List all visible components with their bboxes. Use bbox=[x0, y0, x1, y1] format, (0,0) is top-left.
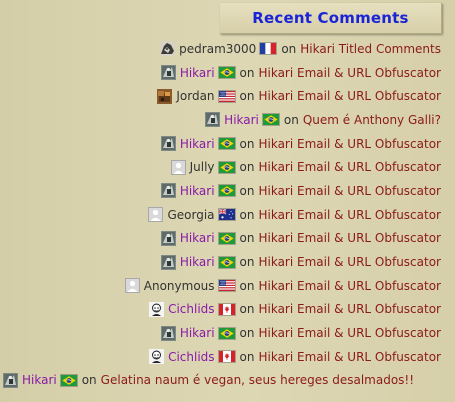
comment-author[interactable]: Hikari bbox=[224, 113, 259, 127]
comment-row: Cichlids on Hikari Email & URL Obfuscator bbox=[0, 345, 441, 369]
brazil-flag-icon bbox=[218, 232, 235, 244]
comment-post-link[interactable]: Gelatina naum é vegan, seus hereges desa… bbox=[101, 373, 414, 387]
widget-header: Recent Comments bbox=[220, 3, 442, 34]
comment-post-link[interactable]: Hikari Email & URL Obfuscator bbox=[258, 66, 441, 80]
on-label: on bbox=[81, 373, 97, 388]
pedram-avatar-icon bbox=[160, 41, 176, 57]
brazil-flag-icon bbox=[218, 67, 235, 79]
comment-row: pedram3000 on Hikari Titled Comments bbox=[0, 37, 441, 61]
comment-post-link[interactable]: Hikari Email & URL Obfuscator bbox=[258, 89, 441, 103]
on-label: on bbox=[239, 160, 255, 175]
usa-flag-icon bbox=[218, 280, 235, 292]
hikari-avatar-icon bbox=[160, 230, 176, 246]
australia-flag-icon bbox=[218, 208, 235, 221]
comment-post-link[interactable]: Hikari Email & URL Obfuscator bbox=[258, 326, 441, 340]
brazil-flag-icon bbox=[218, 138, 235, 150]
comment-author: pedram3000 bbox=[179, 41, 257, 56]
comment-row: Georgia on Hikari Email & URL Obfuscator bbox=[0, 203, 441, 227]
comment-post-link[interactable]: Hikari Email & URL Obfuscator bbox=[258, 160, 441, 174]
comment-author[interactable]: Hikari bbox=[180, 184, 215, 198]
comment-author[interactable]: Cichlids bbox=[168, 302, 214, 316]
comment-author[interactable]: Hikari bbox=[180, 137, 215, 151]
comment-author[interactable]: Hikari bbox=[180, 255, 215, 269]
brazil-flag-icon bbox=[218, 256, 235, 268]
widget-title: Recent Comments bbox=[252, 9, 409, 27]
comment-row: Jordan on Hikari Email & URL Obfuscator bbox=[0, 84, 441, 108]
comment-row: Hikari on Hikari Email & URL Obfuscator bbox=[0, 227, 441, 251]
comment-post-link[interactable]: Hikari Email & URL Obfuscator bbox=[258, 208, 441, 222]
comment-author[interactable]: Cichlids bbox=[168, 350, 214, 364]
hikari-avatar-icon bbox=[160, 65, 176, 81]
comment-post-link[interactable]: Hikari Email & URL Obfuscator bbox=[258, 255, 441, 269]
brazil-flag-icon bbox=[60, 374, 77, 386]
hikari-avatar-icon bbox=[160, 325, 176, 341]
comment-post-link[interactable]: Quem é Anthony Galli? bbox=[303, 113, 441, 127]
brazil-flag-icon bbox=[218, 161, 235, 173]
comment-row: Hikari on Hikari Email & URL Obfuscator bbox=[0, 321, 441, 345]
on-label: on bbox=[239, 207, 255, 222]
comment-row: Anonymous on Hikari Email & URL Obfuscator bbox=[0, 274, 441, 298]
comment-post-link[interactable]: Hikari Email & URL Obfuscator bbox=[258, 350, 441, 364]
comment-author[interactable]: Hikari bbox=[22, 373, 57, 387]
hikari-avatar-icon bbox=[160, 254, 176, 270]
comment-post-link[interactable]: Hikari Email & URL Obfuscator bbox=[258, 137, 441, 151]
on-label: on bbox=[239, 136, 255, 151]
comment-row: Hikari on Hikari Email & URL Obfuscator bbox=[0, 132, 441, 156]
on-label: on bbox=[239, 183, 255, 198]
on-label: on bbox=[239, 65, 255, 80]
comment-post-link[interactable]: Hikari Email & URL Obfuscator bbox=[258, 279, 441, 293]
comment-row: Hikari on Quem é Anthony Galli? bbox=[0, 108, 441, 132]
comment-post-link[interactable]: Hikari Email & URL Obfuscator bbox=[258, 231, 441, 245]
comment-author: Jordan bbox=[176, 89, 215, 104]
brazil-flag-icon bbox=[218, 327, 235, 339]
hikari-avatar-icon bbox=[160, 183, 176, 199]
cichlids-avatar-icon bbox=[149, 349, 165, 365]
canada-flag-icon bbox=[218, 303, 235, 315]
hikari-avatar-icon bbox=[3, 372, 18, 388]
cichlids-avatar-icon bbox=[149, 301, 165, 317]
default-avatar-icon bbox=[170, 159, 186, 175]
comment-list: pedram3000 on Hikari Titled Comments Hikari… bbox=[0, 37, 441, 392]
default-avatar-icon bbox=[124, 278, 140, 294]
comment-author[interactable]: Hikari bbox=[180, 231, 215, 245]
on-label: on bbox=[239, 278, 255, 293]
jordan-avatar-icon bbox=[157, 88, 173, 104]
comment-row: Cichlids on Hikari Email & URL Obfuscator bbox=[0, 298, 441, 322]
comment-author: Jully bbox=[189, 160, 215, 175]
comment-author: Georgia bbox=[167, 207, 215, 222]
recent-comments-widget: Recent Comments pedram3000 on Hikari Title… bbox=[0, 0, 455, 402]
on-label: on bbox=[239, 349, 255, 364]
comment-author[interactable]: Hikari bbox=[180, 326, 215, 340]
comment-row: Hikari on Hikari Email & URL Obfuscator bbox=[0, 179, 441, 203]
default-avatar-icon bbox=[148, 207, 164, 223]
on-label: on bbox=[239, 89, 255, 104]
comment-row: Hikari on Gelatina naum é vegan, seus here… bbox=[0, 369, 455, 393]
comment-row: Hikari on Hikari Email & URL Obfuscator bbox=[0, 61, 441, 85]
on-label: on bbox=[239, 231, 255, 246]
brazil-flag-icon bbox=[218, 185, 235, 197]
brazil-flag-icon bbox=[262, 114, 279, 126]
hikari-avatar-icon bbox=[160, 136, 176, 152]
comment-post-link[interactable]: Hikari Titled Comments bbox=[300, 42, 441, 56]
on-label: on bbox=[239, 255, 255, 270]
on-label: on bbox=[283, 112, 299, 127]
comment-row: Jully on Hikari Email & URL Obfuscator bbox=[0, 155, 441, 179]
comment-author: Anonymous bbox=[143, 278, 215, 293]
hikari-avatar-icon bbox=[205, 112, 221, 128]
france-flag-icon bbox=[260, 43, 277, 55]
on-label: on bbox=[239, 302, 255, 317]
usa-flag-icon bbox=[218, 90, 235, 102]
comment-post-link[interactable]: Hikari Email & URL Obfuscator bbox=[258, 302, 441, 316]
comment-author[interactable]: Hikari bbox=[180, 66, 215, 80]
on-label: on bbox=[239, 326, 255, 341]
on-label: on bbox=[281, 41, 297, 56]
comment-row: Hikari on Hikari Email & URL Obfuscator bbox=[0, 250, 441, 274]
canada-flag-icon bbox=[218, 351, 235, 363]
comment-post-link[interactable]: Hikari Email & URL Obfuscator bbox=[258, 184, 441, 198]
